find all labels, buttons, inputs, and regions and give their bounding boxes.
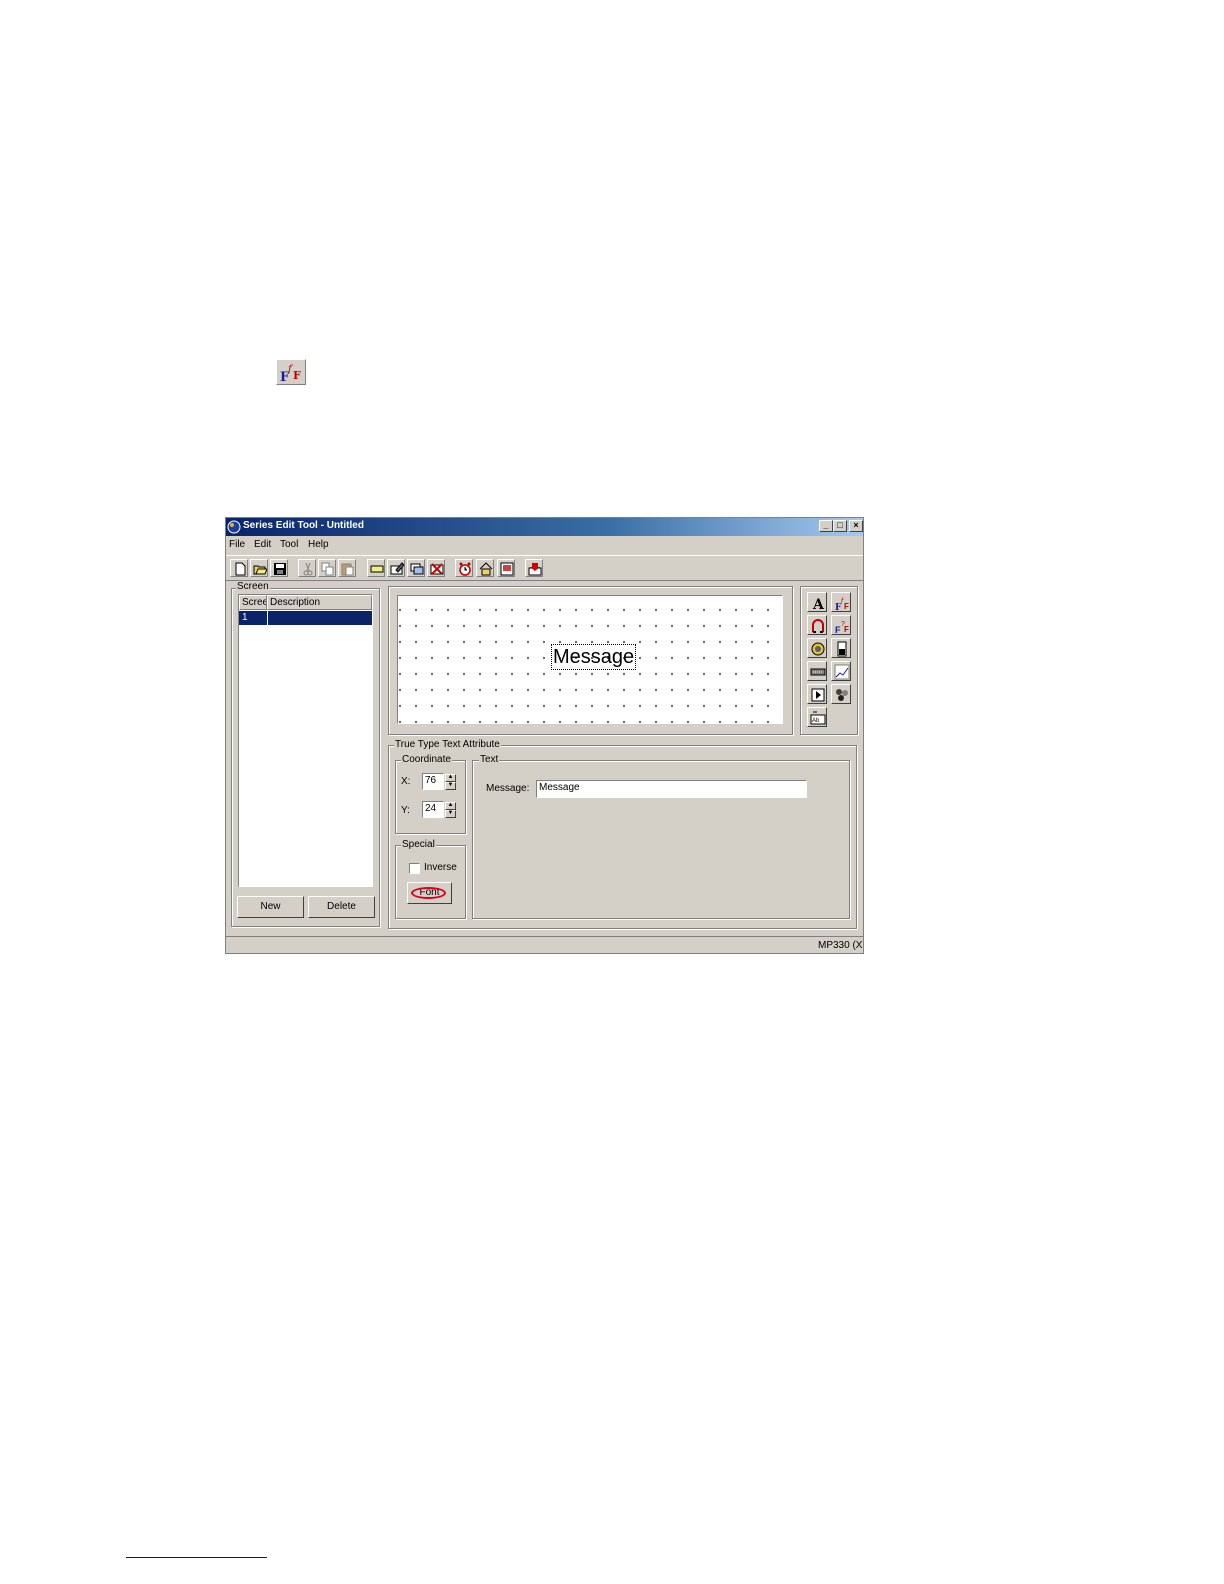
window-title: Series Edit Tool - Untitled xyxy=(243,520,364,531)
message-label: Message: xyxy=(486,783,530,794)
title-bar[interactable]: Series Edit Tool - Untitled _ □ × xyxy=(226,518,863,536)
x-label: X: xyxy=(401,776,411,787)
menu-edit[interactable]: Edit xyxy=(254,539,271,550)
cut-icon[interactable] xyxy=(298,559,316,577)
canvas-text-object[interactable]: Message xyxy=(551,644,637,670)
svg-text:F: F xyxy=(844,602,849,611)
spin-down-icon[interactable]: ▼ xyxy=(445,810,456,818)
x-spinner[interactable]: ▲ ▼ xyxy=(445,774,456,790)
font-button[interactable]: Font xyxy=(407,882,452,904)
screen-list[interactable]: Screen Description 1 xyxy=(238,594,373,887)
app-window: Series Edit Tool - Untitled _ □ × File E… xyxy=(225,517,864,954)
save-icon[interactable] xyxy=(270,559,288,577)
keypad-icon[interactable] xyxy=(807,661,827,681)
column-header-description[interactable]: Description xyxy=(267,595,372,610)
close-button[interactable]: × xyxy=(849,520,863,532)
copy-icon[interactable] xyxy=(318,559,336,577)
new-file-icon[interactable] xyxy=(230,559,248,577)
bar-graph-icon[interactable] xyxy=(831,638,851,658)
play-icon[interactable] xyxy=(807,684,827,704)
spin-up-icon[interactable]: ▲ xyxy=(445,802,456,810)
svg-text:F: F xyxy=(293,369,301,382)
attribute-group-label: True Type Text Attribute xyxy=(394,739,501,750)
coordinate-group xyxy=(395,760,466,834)
home-icon[interactable] xyxy=(476,559,494,577)
menu-bar: File Edit Tool Help xyxy=(226,537,863,554)
toolbar xyxy=(226,555,863,581)
new-button[interactable]: New xyxy=(237,896,304,918)
delete-screen-icon[interactable] xyxy=(427,559,445,577)
truetype-text-icon: F f F xyxy=(276,359,306,385)
maximize-button[interactable]: □ xyxy=(833,520,847,532)
screen-number: 1 xyxy=(242,612,248,623)
column-divider xyxy=(267,611,268,625)
status-bar: MP330 (X xyxy=(226,936,863,953)
delete-button[interactable]: Delete xyxy=(308,896,375,918)
design-canvas[interactable]: Message xyxy=(397,595,783,724)
svg-text:F: F xyxy=(844,625,849,634)
ascii-icon[interactable]: Ab xyxy=(807,707,827,727)
menu-file[interactable]: File xyxy=(229,539,245,550)
svg-text:A: A xyxy=(812,597,825,611)
spin-down-icon[interactable]: ▼ xyxy=(445,782,456,790)
y-spinner[interactable]: ▲ ▼ xyxy=(445,802,456,818)
menu-help[interactable]: Help xyxy=(308,539,329,550)
open-folder-icon[interactable] xyxy=(250,559,268,577)
screen-icon[interactable] xyxy=(497,559,515,577)
paste-icon[interactable] xyxy=(338,559,356,577)
text-group-label: Text xyxy=(479,754,500,765)
svg-text:Ab: Ab xyxy=(812,718,820,724)
app-icon xyxy=(227,520,241,534)
x-input[interactable]: 76 xyxy=(422,773,444,790)
message-input[interactable]: Message xyxy=(536,780,807,798)
copy-screen-icon[interactable] xyxy=(407,559,425,577)
coordinate-group-label: Coordinate xyxy=(401,754,452,765)
text-icon[interactable]: A xyxy=(807,592,827,612)
bitmap-icon[interactable] xyxy=(807,615,827,635)
screen-group-label: Screen xyxy=(236,581,270,592)
y-input[interactable]: 24 xyxy=(422,801,444,818)
highlight-ring xyxy=(411,887,446,899)
footnote-rule xyxy=(126,1557,267,1558)
inverse-label: Inverse xyxy=(424,862,457,873)
edit-screen-icon[interactable] xyxy=(387,559,405,577)
y-label: Y: xyxy=(401,805,410,816)
alarm-icon[interactable] xyxy=(455,559,473,577)
inverse-checkbox[interactable] xyxy=(409,863,420,874)
download-icon[interactable] xyxy=(525,559,543,577)
column-header-screen[interactable]: Screen xyxy=(239,595,267,610)
spin-up-icon[interactable]: ▲ xyxy=(445,774,456,782)
list-item[interactable]: 1 xyxy=(239,611,372,625)
trend-graph-icon[interactable] xyxy=(831,661,851,681)
minimize-button[interactable]: _ xyxy=(819,520,833,532)
status-model: MP330 (X xyxy=(818,940,863,951)
special-group-label: Special xyxy=(401,839,436,850)
add-screen-icon[interactable] xyxy=(367,559,385,577)
animation-icon[interactable] xyxy=(831,684,851,704)
menu-tool[interactable]: Tool xyxy=(280,539,298,550)
lamp-icon[interactable] xyxy=(807,638,827,658)
truetype-text-icon[interactable]: FfF xyxy=(831,592,851,612)
truetype-variable-icon[interactable]: F? F xyxy=(831,615,851,635)
